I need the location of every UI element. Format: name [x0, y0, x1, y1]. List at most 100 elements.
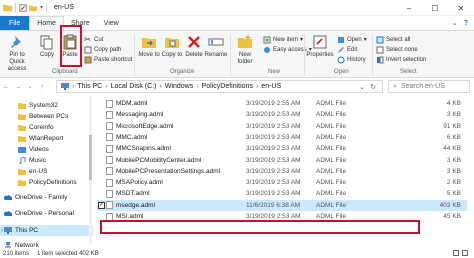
refresh-icon[interactable]: ↻ [370, 83, 376, 91]
edit-button[interactable]: Edit [337, 45, 357, 54]
nav-item[interactable]: PolicyDefinitions [0, 177, 93, 188]
row-checkbox[interactable]: ✓ [98, 201, 105, 209]
adml-file-icon [106, 110, 113, 119]
tab-home[interactable]: Home [29, 16, 64, 30]
select-none-label: Select none [386, 46, 418, 53]
file-type: ADML File [316, 156, 347, 164]
select-group-label: Select [400, 69, 417, 75]
file-row[interactable]: MDM.adml 3/19/2019 2:55 AM ADML File 4 KB [97, 98, 467, 109]
details-view-icon[interactable] [453, 250, 459, 256]
back-arrow-icon[interactable]: ← [0, 82, 12, 91]
adml-file-icon [106, 99, 113, 108]
forward-arrow-icon[interactable]: → [12, 82, 24, 91]
minimize-button[interactable]: – [396, 0, 422, 16]
nav-item-label: Coreinfo [29, 124, 54, 131]
qat-dropdown-icon[interactable]: ▾ [40, 4, 43, 11]
breadcrumb-en-us[interactable]: en-US [261, 83, 281, 90]
file-row[interactable]: MMC.adml 3/19/2019 2:53 AM ADML File 6 KB [97, 132, 467, 143]
properties-button[interactable]: Properties [306, 34, 334, 59]
quick-properties-icon[interactable] [19, 3, 27, 12]
adml-file-icon [106, 122, 113, 131]
file-date-modified: 3/19/2019 2:53 AM [246, 133, 301, 141]
copy-button[interactable]: Copy [37, 34, 57, 59]
move-to-button[interactable]: Move to [138, 34, 160, 59]
expand-chevron-icon[interactable]: › [1, 227, 3, 234]
select-none-button[interactable]: Select none [376, 45, 418, 54]
nav-item-label: This PC [15, 227, 39, 234]
file-row[interactable]: Messaging.adml 3/19/2019 2:53 AM ADML File… [97, 109, 467, 120]
large-icons-view-icon[interactable] [462, 250, 468, 256]
open-button[interactable]: Open ▾ [337, 35, 367, 44]
nav-item[interactable]: Between PCs [0, 111, 93, 122]
file-row[interactable]: MSAPolicy.adml 3/19/2019 2:53 AM ADML File… [97, 177, 467, 188]
group-divider [304, 34, 305, 76]
collapse-ribbon-icon[interactable]: ⌄ [452, 19, 458, 27]
copy-to-button[interactable]: Copy to [161, 34, 183, 59]
file-row[interactable]: MMCSnapins.adml 3/19/2019 2:53 AM ADML Fil… [97, 143, 467, 154]
rename-button[interactable]: Rename [205, 34, 227, 59]
nav-item[interactable]: WlanReport [0, 133, 93, 144]
up-arrow-icon[interactable]: ↑ [36, 82, 48, 91]
nav-item[interactable]: Coreinfo [0, 122, 93, 133]
videos-folder-icon [18, 146, 26, 153]
file-row[interactable]: MobilePCMobilityCenter.adml 3/19/2019 2:5… [97, 155, 467, 166]
breadcrumb-local-disk[interactable]: Local Disk (C:) [111, 83, 157, 90]
breadcrumb-windows[interactable]: Windows [165, 83, 193, 90]
breadcrumb-this-pc[interactable]: This PC [77, 83, 102, 90]
file-row[interactable]: MSDT.adml 3/19/2019 2:53 AM ADML File 5 KB [97, 188, 467, 199]
file-date-modified: 3/19/2019 2:53 AM [246, 213, 301, 220]
file-name: MMCSnapins.adml [116, 145, 171, 153]
file-row[interactable]: MobilePCPresentationSettings.adml 3/19/20… [97, 166, 467, 177]
breadcrumb-policydefinitions[interactable]: PolicyDefinitions [202, 83, 253, 90]
recent-dropdown-icon[interactable]: ⌄ [24, 83, 36, 90]
folder-icon [18, 135, 26, 142]
new-item-button[interactable]: New item ▾ [263, 35, 303, 44]
paste-shortcut-button[interactable]: Paste shortcut [84, 55, 132, 64]
file-type: ADML File [316, 111, 347, 119]
nav-scrollbar[interactable] [89, 95, 92, 245]
folder-icon [18, 113, 26, 120]
nav-item[interactable]: Videos [0, 144, 93, 155]
file-size: 3 KB [446, 111, 461, 119]
search-input[interactable]: ⌕ Search en-US [388, 80, 470, 93]
file-size: 45 KB [443, 213, 461, 220]
copy-path-button[interactable]: Copy path [84, 45, 121, 54]
close-button[interactable]: ✕ [448, 0, 474, 16]
nav-item[interactable]: › This PC [0, 225, 93, 236]
group-divider [372, 34, 373, 76]
pin-to-quick-access-button[interactable]: Pin to Quick access [2, 34, 32, 73]
nav-item[interactable]: System32 [0, 100, 93, 111]
file-row[interactable]: ✓ msedge.adml 11/6/2019 6:38 AM ADML File 40… [97, 199, 467, 211]
nav-item[interactable]: en-US [0, 166, 93, 177]
search-icon: ⌕ [393, 82, 397, 90]
address-path[interactable]: › This PC › Local Disk (C:) › Windows › … [56, 80, 383, 93]
nav-scrollbar-thumb[interactable] [89, 135, 92, 180]
address-dropdown-icon[interactable]: ⌄ [359, 83, 365, 91]
copy-to-label: Copy to [161, 52, 183, 58]
tab-view[interactable]: View [97, 16, 126, 30]
cut-button[interactable]: ✂ Cut [84, 35, 103, 44]
file-row[interactable]: MicrosoftEdge.adml 3/19/2019 2:53 AM ADML … [97, 121, 467, 132]
help-icon[interactable]: ? [464, 20, 468, 27]
quick-new-folder-icon[interactable] [29, 4, 37, 12]
nav-item[interactable]: OneDrive - Family [0, 192, 93, 203]
tab-file[interactable]: File [0, 16, 30, 30]
file-date-modified: 3/19/2019 2:53 AM [246, 111, 301, 119]
maximize-button[interactable]: ☐ [422, 0, 448, 16]
delete-button[interactable]: Delete [184, 34, 204, 59]
history-button[interactable]: History [337, 55, 366, 64]
onedrive-icon [3, 210, 13, 217]
new-folder-button[interactable]: New folder [233, 34, 257, 66]
adml-file-icon [106, 144, 113, 153]
nav-item-label: Between PCs [29, 113, 69, 120]
invert-selection-button[interactable]: Invert selection [376, 55, 426, 64]
select-all-button[interactable]: Select all [376, 35, 410, 44]
copy-label: Copy [39, 52, 54, 58]
nav-item[interactable]: OneDrive - Personal [0, 208, 93, 219]
file-size: 4 KB [446, 100, 461, 107]
file-date-modified: 11/6/2019 6:38 AM [246, 201, 301, 209]
nav-item[interactable]: Music [0, 155, 93, 166]
file-date-modified: 3/19/2019 2:53 AM [246, 156, 301, 164]
nav-item[interactable]: Network [0, 240, 93, 249]
item-count: 210 items [3, 250, 30, 257]
